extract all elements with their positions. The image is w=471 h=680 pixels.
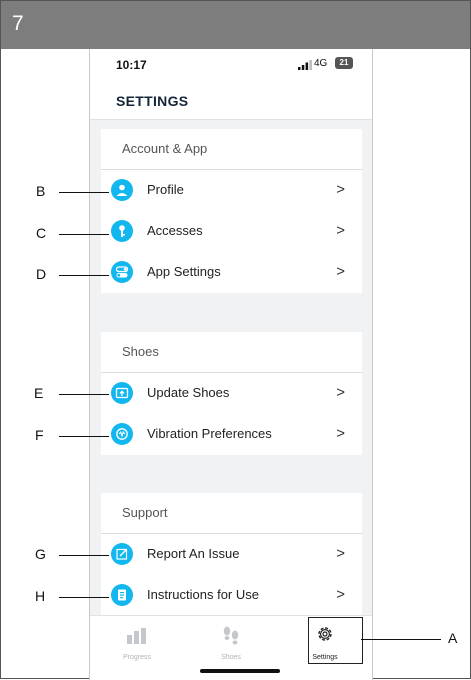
callout-line xyxy=(361,639,441,640)
chevron-right-icon: > xyxy=(336,222,345,239)
settings-item-instructions[interactable]: Instructions for Use > xyxy=(101,575,362,616)
report-icon xyxy=(111,543,133,565)
callout-g: G xyxy=(35,546,46,562)
callout-h: H xyxy=(35,588,46,604)
phone-screen: 10:17 4G 21 SETTINGS Account & App Profi… xyxy=(89,49,373,680)
settings-item-app-settings[interactable]: App Settings > xyxy=(101,252,362,293)
home-indicator xyxy=(200,669,280,673)
callout-line xyxy=(59,555,109,556)
settings-item-update-shoes[interactable]: Update Shoes > xyxy=(101,373,362,414)
battery-icon: 21 xyxy=(335,57,353,69)
section-heading: Shoes xyxy=(101,332,362,373)
settings-item-report-issue[interactable]: Report An Issue > xyxy=(101,534,362,575)
figure-frame: 7 10:17 4G 21 SETTINGS Account & App Pro… xyxy=(0,0,471,680)
user-icon xyxy=(111,179,133,201)
section-support: Support Report An Issue > Instructions f… xyxy=(101,493,362,616)
page-title: SETTINGS xyxy=(116,93,189,109)
signal-icon xyxy=(298,60,312,70)
section-account-app: Account & App Profile > Accesses > App S… xyxy=(101,129,362,293)
callout-line xyxy=(59,275,109,276)
settings-tab-highlight xyxy=(308,617,363,664)
callout-c: C xyxy=(36,225,47,241)
section-shoes: Shoes Update Shoes > Vibration Preferenc… xyxy=(101,332,362,455)
status-bar: 10:17 4G 21 xyxy=(90,49,372,85)
settings-item-accesses[interactable]: Accesses > xyxy=(101,211,362,252)
chevron-right-icon: > xyxy=(336,263,345,280)
tab-shoes[interactable]: Shoes xyxy=(184,616,278,674)
network-type: 4G xyxy=(314,58,328,69)
header: SETTINGS xyxy=(90,85,372,120)
callout-line xyxy=(59,597,109,598)
callout-line xyxy=(59,234,109,235)
key-icon xyxy=(111,220,133,242)
update-icon xyxy=(111,382,133,404)
callout-f: F xyxy=(35,427,44,443)
tab-progress[interactable]: Progress xyxy=(90,616,184,674)
chevron-right-icon: > xyxy=(336,545,345,562)
settings-item-profile[interactable]: Profile > xyxy=(101,170,362,211)
status-time: 10:17 xyxy=(116,58,147,72)
footprint-icon xyxy=(223,626,239,645)
chevron-right-icon: > xyxy=(336,425,345,442)
callout-e: E xyxy=(34,385,44,401)
callout-a: A xyxy=(448,630,458,646)
chevron-right-icon: > xyxy=(336,384,345,401)
callout-line xyxy=(59,192,109,193)
chevron-right-icon: > xyxy=(336,181,345,198)
callout-line xyxy=(59,394,109,395)
toggle-icon xyxy=(111,261,133,283)
section-heading: Account & App xyxy=(101,129,362,170)
section-heading: Support xyxy=(101,493,362,534)
manual-icon xyxy=(111,584,133,606)
callout-d: D xyxy=(36,266,47,282)
callout-line xyxy=(59,436,109,437)
chevron-right-icon: > xyxy=(336,586,345,603)
step-number: 7 xyxy=(12,12,24,35)
settings-item-vibration-preferences[interactable]: Vibration Preferences > xyxy=(101,414,362,455)
callout-b: B xyxy=(36,183,46,199)
bar-chart-icon xyxy=(127,628,146,644)
vibration-icon xyxy=(111,423,133,445)
step-header: 7 xyxy=(1,1,470,49)
